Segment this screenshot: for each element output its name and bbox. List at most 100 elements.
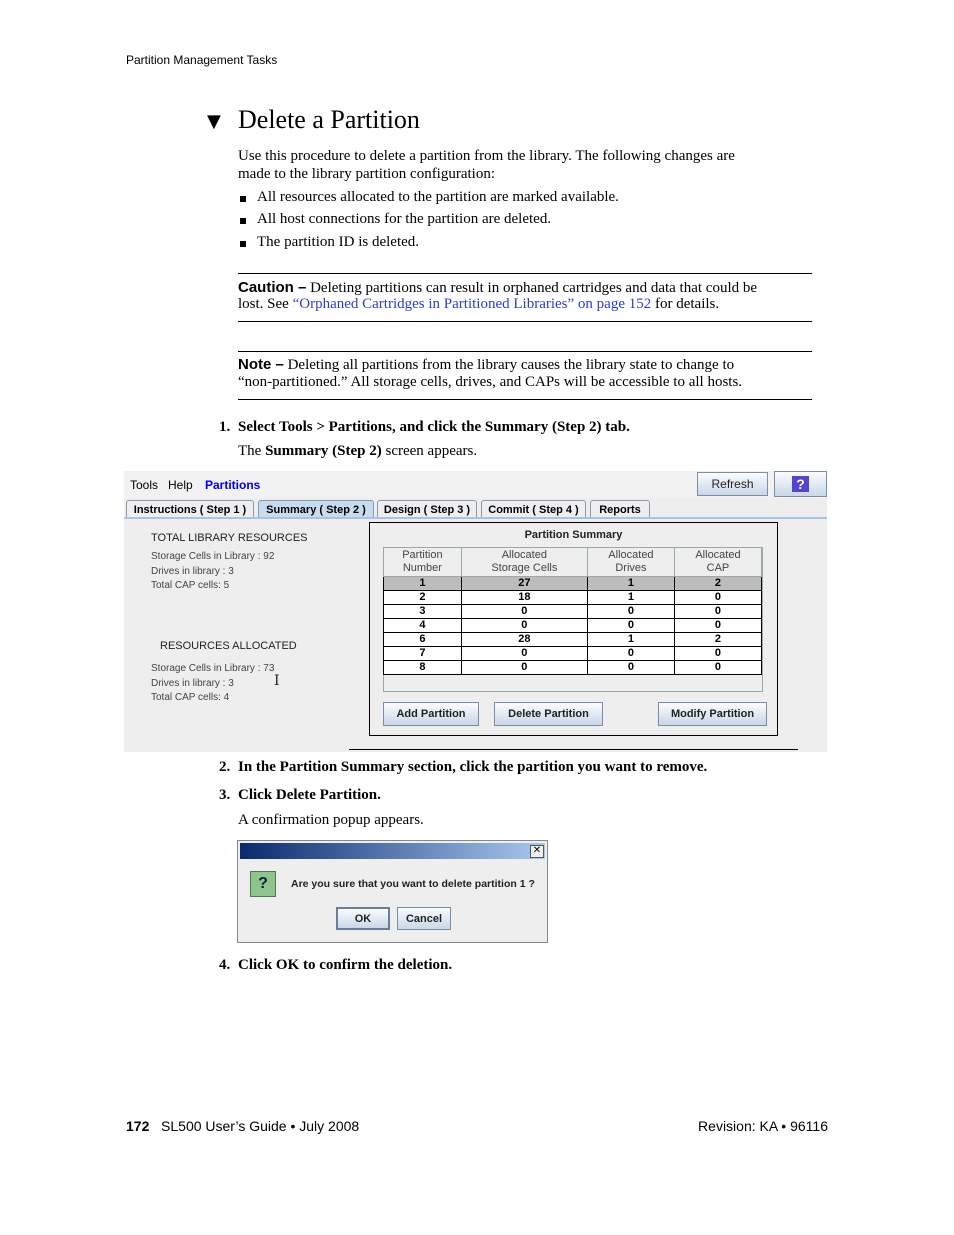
- table-cell: 0: [460, 646, 588, 661]
- table-cell: 0: [673, 618, 763, 633]
- table-cell: 1: [586, 590, 675, 605]
- table-cell: 2: [673, 632, 763, 647]
- bullet-item: All host connections for the partition a…: [257, 211, 552, 227]
- bullet-item: The partition ID is deleted.: [257, 234, 420, 250]
- table-cell: 7: [383, 646, 462, 661]
- note-label: Note –: [238, 356, 284, 373]
- text-cursor-icon: I: [274, 673, 280, 689]
- caution-label: Caution –: [238, 279, 307, 296]
- tab-design[interactable]: Design ( Step 3 ): [377, 500, 477, 518]
- table-cell: 0: [460, 618, 588, 633]
- panel-edge: [349, 749, 798, 750]
- help-button[interactable]: ?: [774, 471, 827, 497]
- total-resource-line: Storage Cells in Library : 92: [151, 551, 275, 562]
- caution-line: Caution – Deleting partitions can result…: [238, 279, 757, 297]
- menu-help[interactable]: Help: [168, 478, 193, 492]
- partition-summary-title: Partition Summary: [524, 529, 623, 541]
- tab-commit[interactable]: Commit ( Step 4 ): [481, 500, 586, 518]
- table-cell: 27: [460, 576, 588, 591]
- modify-partition-button[interactable]: Modify Partition: [658, 702, 767, 726]
- step-number: 1.: [219, 419, 231, 435]
- table-cell: 0: [673, 660, 763, 675]
- confirm-dialog: ✕ ? Are you sure that you want to delete…: [237, 840, 548, 943]
- table-cell: 2: [383, 590, 462, 605]
- table-row[interactable]: 8000: [383, 660, 763, 675]
- column-header[interactable]: Allocated CAP: [673, 547, 763, 577]
- cancel-button[interactable]: Cancel: [397, 907, 451, 930]
- column-header[interactable]: Partition Number: [383, 547, 462, 577]
- intro-line: Use this procedure to delete a partition…: [238, 148, 735, 164]
- footer-revision: Revision: KA • 96116: [698, 1118, 828, 1134]
- table-cell: 0: [673, 604, 763, 619]
- table-row[interactable]: 7000: [383, 646, 763, 661]
- total-resource-line: Total CAP cells: 5: [151, 580, 230, 591]
- caution-line: lost. See “Orphaned Cartridges in Partit…: [238, 296, 719, 313]
- table-cell: 4: [383, 618, 462, 633]
- divider: [238, 351, 812, 352]
- step-text: In the Partition Summary section, click …: [238, 759, 708, 775]
- table-cell: 18: [460, 590, 588, 605]
- bullet-item: All resources allocated to the partition…: [257, 189, 619, 205]
- note-text: “non-partitioned.” All storage cells, dr…: [238, 374, 743, 390]
- table-cell: 0: [586, 604, 675, 619]
- intro-line: made to the library partition configurat…: [238, 166, 496, 182]
- step-result: The Summary (Step 2) screen appears.: [238, 443, 478, 459]
- step-result: A confirmation popup appears.: [238, 812, 424, 828]
- table-cell: 1: [383, 576, 462, 591]
- step-number: 4.: [219, 957, 231, 973]
- tab-reports[interactable]: Reports: [590, 500, 650, 518]
- bullet-icon: [240, 218, 246, 224]
- step-number: 3.: [219, 787, 231, 803]
- note-text: Deleting all partitions from the library…: [287, 357, 735, 373]
- running-header: Partition Management Tasks: [126, 53, 278, 67]
- resources-allocated-heading: RESOURCES ALLOCATED: [160, 640, 297, 652]
- menu-partitions[interactable]: Partitions: [205, 478, 260, 492]
- dialog-message: Are you sure that you want to delete par…: [291, 878, 535, 890]
- question-icon: ?: [250, 871, 276, 897]
- table-cell: 6: [383, 632, 462, 647]
- collapse-triangle-icon: ▼: [207, 111, 221, 132]
- ok-button[interactable]: OK: [336, 907, 390, 930]
- column-header[interactable]: Allocated Storage Cells: [460, 547, 588, 577]
- table-cell: 0: [460, 604, 588, 619]
- table-cell: 3: [383, 604, 462, 619]
- table-cell: 0: [673, 646, 763, 661]
- table-cell: 8: [383, 660, 462, 675]
- divider: [238, 321, 812, 322]
- total-resource-line: Drives in library : 3: [151, 566, 234, 577]
- table-cell: 0: [460, 660, 588, 675]
- divider: [238, 399, 812, 400]
- menu-tools[interactable]: Tools: [130, 478, 158, 492]
- close-icon[interactable]: ✕: [530, 845, 544, 858]
- table-cell: 0: [586, 660, 675, 675]
- table-cell: 1: [586, 632, 675, 647]
- guide-title: SL500 User’s Guide • July 2008: [161, 1118, 360, 1134]
- orphaned-cartridges-link[interactable]: “Orphaned Cartridges in Partitioned Libr…: [293, 296, 652, 312]
- tab-border: [124, 517, 827, 519]
- table-row[interactable]: 4000: [383, 618, 763, 633]
- divider: [238, 273, 812, 274]
- table-row[interactable]: 3000: [383, 604, 763, 619]
- delete-partition-button[interactable]: Delete Partition: [494, 702, 603, 726]
- step-text: Select Tools > Partitions, and click the…: [238, 419, 630, 435]
- table-cell: 2: [673, 576, 763, 591]
- page-number: 172: [126, 1118, 150, 1134]
- table-row[interactable]: 1 27 1 2: [383, 576, 763, 591]
- caution-text: for details.: [651, 296, 720, 312]
- step-text: Click OK to confirm the deletion.: [238, 957, 453, 973]
- table-row[interactable]: 6 28 1 2: [383, 632, 763, 647]
- caution-text: lost. See: [238, 296, 293, 312]
- tab-instructions[interactable]: Instructions ( Step 1 ): [126, 500, 254, 518]
- help-icon: ?: [792, 476, 809, 492]
- section-title: Delete a Partition: [238, 105, 420, 134]
- tab-summary[interactable]: Summary ( Step 2 ): [258, 500, 374, 518]
- table-row[interactable]: 2 18 1 0: [383, 590, 763, 605]
- add-partition-button[interactable]: Add Partition: [383, 702, 479, 726]
- table-cell: 0: [586, 646, 675, 661]
- step-number: 2.: [219, 759, 231, 775]
- refresh-button[interactable]: Refresh: [697, 472, 768, 496]
- caution-text: Deleting partitions can result in orphan…: [310, 280, 758, 296]
- footer-left: 172 SL500 User’s Guide • July 2008: [126, 1118, 359, 1134]
- allocated-resource-line: Storage Cells in Library : 73: [151, 663, 275, 674]
- column-header[interactable]: Allocated Drives: [586, 547, 675, 577]
